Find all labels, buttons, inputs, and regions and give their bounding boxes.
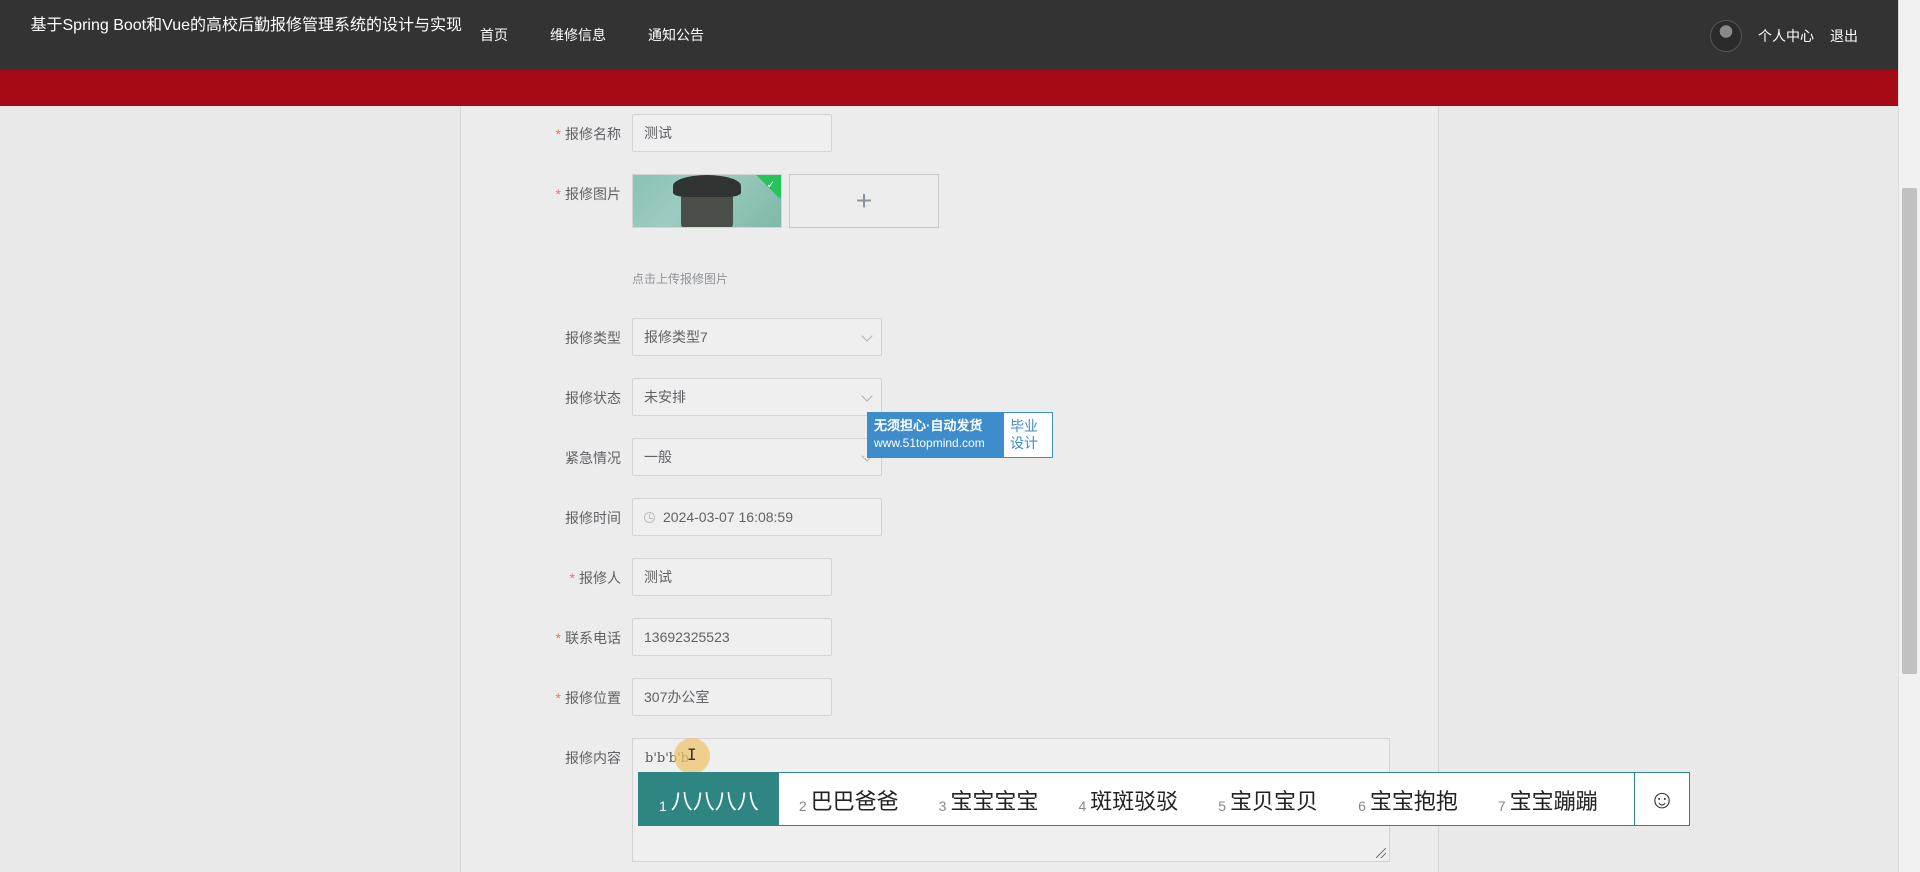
nav-item-notices[interactable]: 通知公告 — [648, 24, 704, 46]
nav-item-repair-info[interactable]: 维修信息 — [550, 24, 606, 46]
image-upload-hint: 点击上传报修图片 — [632, 272, 729, 286]
resize-handle-icon[interactable] — [1376, 848, 1386, 858]
header-accent-band — [0, 70, 1898, 106]
user-area: 个人中心 退出 — [1710, 20, 1858, 52]
ime-candidate-7[interactable]: 7 宝宝蹦蹦 — [1478, 773, 1618, 825]
repair-status-value: 未安排 — [644, 389, 686, 405]
image-label: * 报修图片 — [555, 186, 621, 202]
urgency-select[interactable]: 一般 — [632, 438, 882, 476]
user-center-link[interactable]: 个人中心 — [1758, 26, 1814, 46]
nav-item-home[interactable]: 首页 — [480, 24, 508, 46]
logout-link[interactable]: 退出 — [1830, 26, 1858, 46]
chevron-down-icon — [861, 330, 873, 342]
chevron-down-icon — [861, 390, 873, 402]
ime-candidate-2[interactable]: 2 巴巴爸爸 — [779, 773, 919, 825]
content-label: 报修内容 — [565, 750, 621, 766]
name-label: * 报修名称 — [555, 126, 621, 142]
image-upload-button[interactable]: + — [789, 174, 939, 228]
urgency-label: 紧急情况 — [565, 450, 621, 466]
uploaded-image-thumbnail[interactable]: ✓ — [632, 174, 782, 228]
repair-status-select[interactable]: 未安排 — [632, 378, 882, 416]
ime-candidate-bar: 1 八八八八 2 巴巴爸爸 3 宝宝宝宝 4 斑斑驳驳 5 宝贝宝贝 6 宝宝抱抱 7 宝宝蹦… — [638, 772, 1690, 826]
repair-person-input[interactable]: 测试 — [632, 558, 832, 596]
watermark-line1: 无须担心·自动发货 — [874, 418, 983, 433]
repair-time-picker[interactable]: 2024-03-07 16:08:59 — [632, 498, 882, 536]
avatar[interactable] — [1710, 20, 1742, 52]
ime-candidate-3[interactable]: 3 宝宝宝宝 — [919, 773, 1059, 825]
repair-type-value: 报修类型7 — [644, 329, 708, 345]
plus-icon: + — [855, 185, 873, 216]
watermark-line2: www.51topmind.com — [874, 436, 985, 450]
watermark-tag: 毕业设计 — [1004, 413, 1052, 457]
repair-name-input[interactable]: 测试 — [632, 114, 832, 152]
phone-input[interactable]: 13692325523 — [632, 618, 832, 656]
scrollbar-thumb[interactable] — [1902, 188, 1917, 674]
phone-label: * 联系电话 — [555, 630, 621, 646]
text-cursor-icon: I — [687, 745, 697, 764]
required-mark: * — [555, 186, 561, 202]
emoji-icon[interactable]: ☺ — [1634, 773, 1689, 825]
status-label: 报修状态 — [565, 390, 621, 406]
required-mark: * — [569, 570, 575, 586]
urgency-value: 一般 — [644, 449, 672, 465]
check-icon: ✓ — [766, 180, 775, 191]
repair-type-select[interactable]: 报修类型7 — [632, 318, 882, 356]
time-label: 报修时间 — [565, 510, 621, 526]
location-input[interactable]: 307办公室 — [632, 678, 832, 716]
required-mark: * — [555, 126, 561, 142]
ime-candidate-4[interactable]: 4 斑斑驳驳 — [1058, 773, 1198, 825]
required-mark: * — [555, 630, 561, 646]
required-mark: * — [555, 690, 561, 706]
site-title: 基于Spring Boot和Vue的高校后勤报修管理系统的设计与实现 — [30, 17, 463, 34]
person-label: * 报修人 — [569, 570, 621, 586]
watermark-badge: 无须担心·自动发货 www.51topmind.com 毕业设计 — [867, 412, 1053, 458]
page-scrollbar[interactable] — [1898, 0, 1920, 872]
clock-icon — [644, 512, 655, 523]
top-navbar: 基于Spring Boot和Vue的高校后勤报修管理系统的设计与实现 首页 维修… — [0, 0, 1898, 70]
repair-form-panel: * 报修名称 测试 * 报修图片 ✓ + 点击上传报修图片 报修类型 报修类型7 报… — [460, 106, 1439, 872]
type-label: 报修类型 — [565, 330, 621, 346]
ime-candidate-6[interactable]: 6 宝宝抱抱 — [1338, 773, 1478, 825]
thumbnail-figure-hair — [673, 175, 741, 197]
ime-candidate-5[interactable]: 5 宝贝宝贝 — [1198, 773, 1338, 825]
location-label: * 报修位置 — [555, 690, 621, 706]
main-nav: 首页 维修信息 通知公告 — [480, 24, 704, 46]
repair-time-value: 2024-03-07 16:08:59 — [663, 509, 793, 525]
ime-candidate-1[interactable]: 1 八八八八 — [639, 773, 779, 825]
